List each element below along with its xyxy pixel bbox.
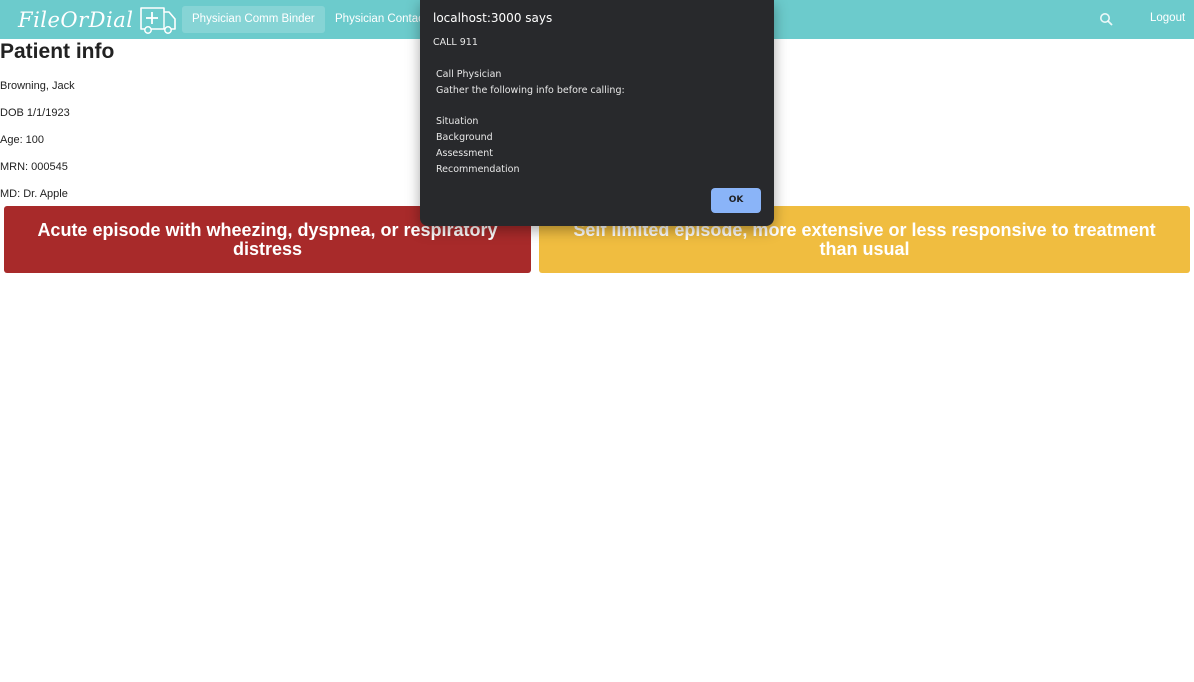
dialog-message-gap [433,51,763,67]
ok-button[interactable]: OK [711,188,761,213]
dialog-message-line: Gather the following info before calling… [436,84,625,96]
patient-md: MD: Dr. Apple [0,188,68,200]
patient-dob: DOB 1/1/1923 [0,107,70,119]
nav-physician-comm-binder[interactable]: Physician Comm Binder [182,6,325,33]
dialog-message-line: Background [436,132,493,144]
dialog-message-line: Recommendation [436,163,520,175]
patient-mrn: MRN: 000545 [0,161,68,173]
dialog-message-line: Assessment [436,147,493,159]
dialog-message: CALL 911 Call Physician Gather the follo… [433,35,763,178]
dialog-message-line: CALL 911 [433,37,478,48]
patient-name: Browning, Jack [0,80,75,92]
alert-dialog: localhost:3000 says CALL 911 Call Physic… [420,0,774,226]
dialog-message-line: Call Physician [436,68,502,80]
ambulance-icon [140,7,177,34]
dialog-message-line: Situation [436,116,479,128]
search-icon[interactable] [1099,12,1113,26]
patient-age: Age: 100 [0,134,45,146]
dialog-message-gap [433,98,763,114]
brand-name: FileOrDial [18,8,134,32]
dialog-title: localhost:3000 says [433,11,553,25]
app-page: FileOrDial Physician Comm Binder Physici… [0,0,1194,682]
page-title: Patient info [0,40,115,63]
brand-logo[interactable]: FileOrDial [18,4,178,36]
logout-button[interactable]: Logout [1150,12,1185,24]
